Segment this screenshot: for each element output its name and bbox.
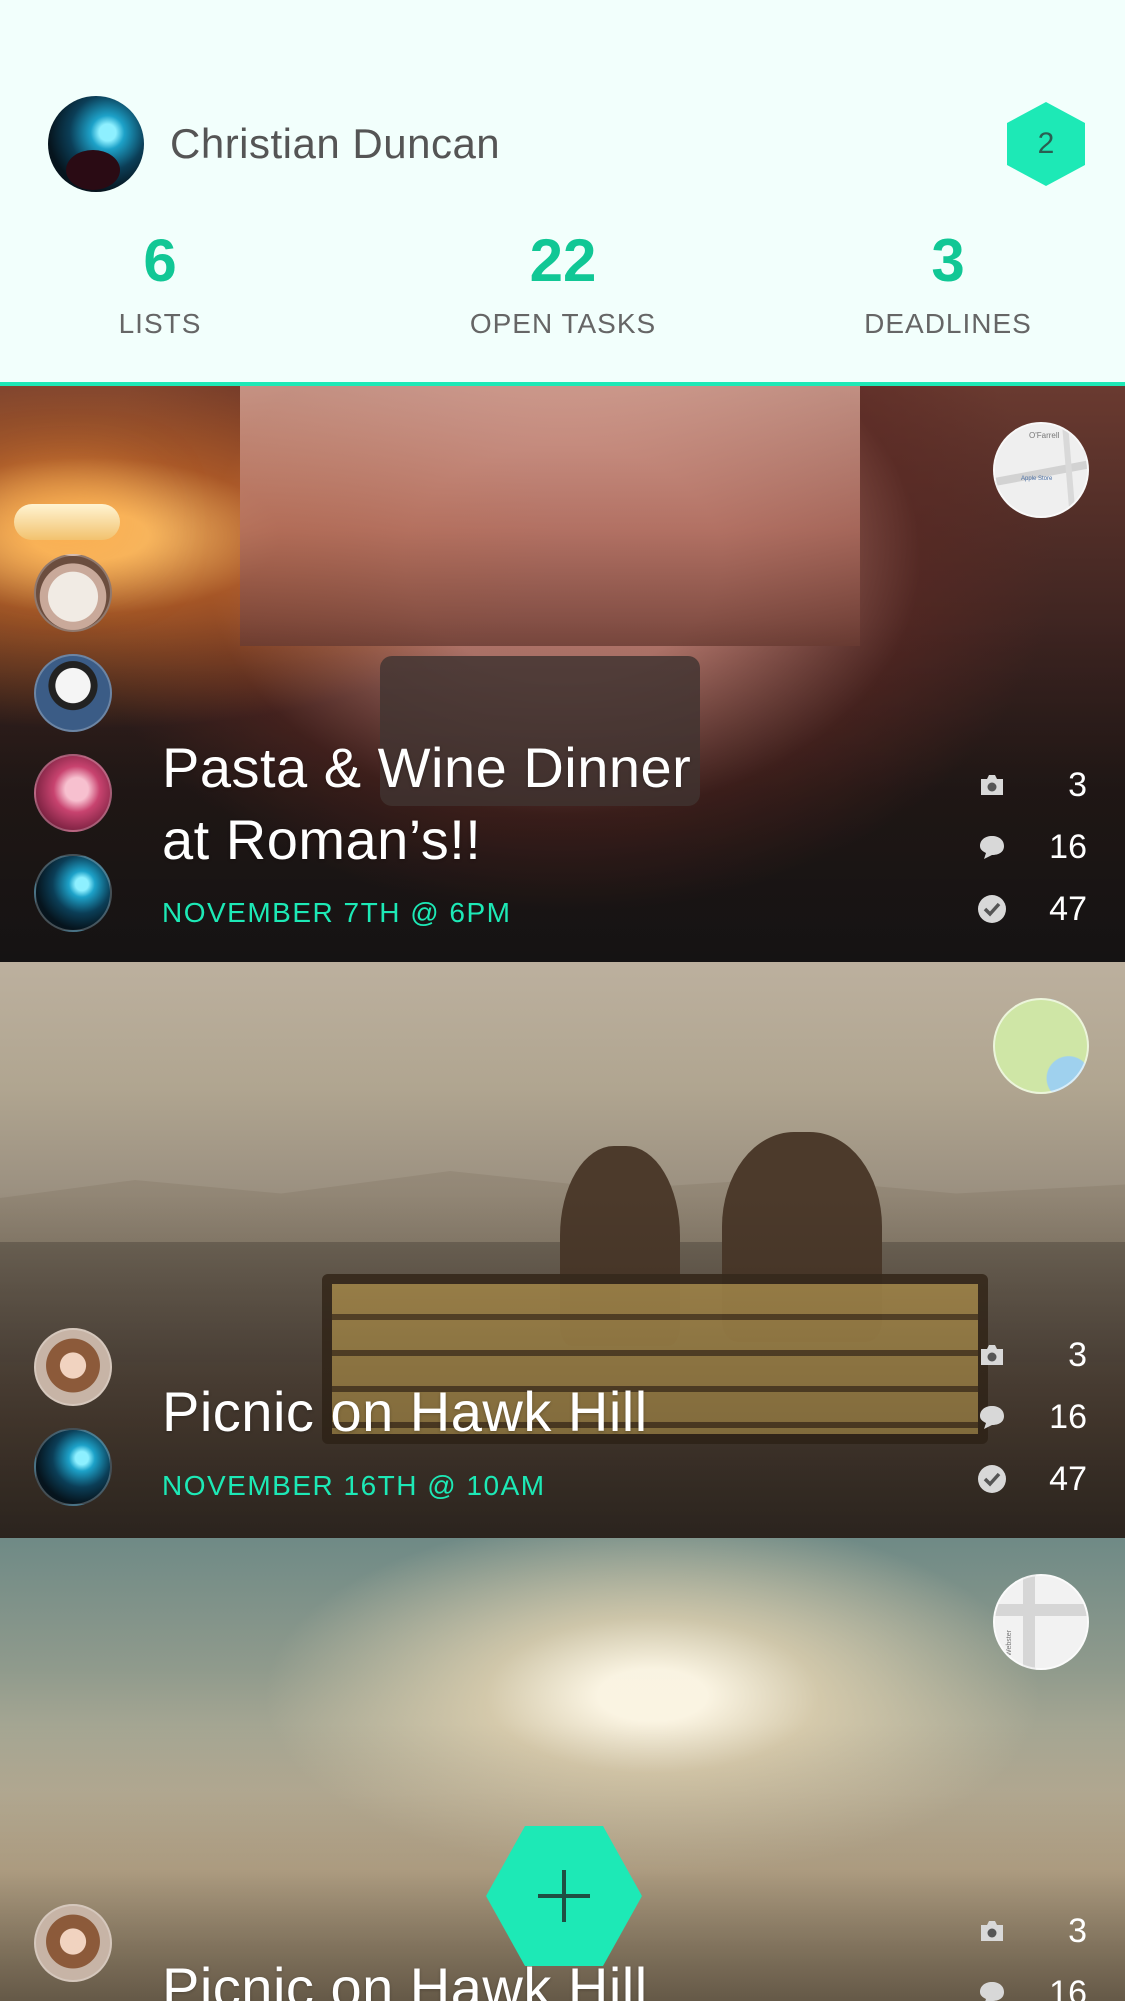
comment-count-value: 16 — [1049, 1397, 1087, 1436]
member-avatar[interactable] — [34, 854, 112, 932]
profile-header: Christian Duncan 2 6 LISTS 22 OPEN TASKS… — [0, 0, 1125, 386]
member-avatars — [34, 554, 112, 932]
task-count: 47 — [977, 1448, 1087, 1510]
member-avatar[interactable] — [34, 1428, 112, 1506]
stat-deadlines-label: DEADLINES — [864, 308, 1032, 339]
photo-count: 3 — [977, 1324, 1087, 1386]
member-avatar[interactable] — [34, 1328, 112, 1406]
camera-icon — [977, 770, 1007, 800]
comment-count: 16 — [977, 1386, 1087, 1448]
photo-count-value: 3 — [1068, 1335, 1087, 1374]
card-title-line: at Roman’s!! — [162, 808, 482, 871]
member-avatar[interactable] — [34, 754, 112, 832]
map-thumbnail[interactable]: Webster — [993, 1574, 1089, 1670]
comment-bubble-icon — [977, 1402, 1007, 1432]
photo-count: 3 — [977, 754, 1087, 816]
map-thumbnail[interactable] — [993, 998, 1089, 1094]
list-card-picnic[interactable]: Picnic on Hawk Hill NOVEMBER 16TH @ 10AM… — [0, 962, 1125, 1538]
svg-text:Webster: Webster — [1006, 1629, 1013, 1656]
card-title: Pasta & Wine Dinner at Roman’s!! — [162, 732, 691, 876]
stat-deadlines[interactable]: 3 DEADLINES — [798, 228, 1098, 340]
comment-count-value: 16 — [1049, 1973, 1087, 2001]
card-date: NOVEMBER 16TH @ 10AM — [162, 1470, 546, 1501]
svg-text:Apple Store: Apple Store — [1021, 476, 1053, 482]
card-counters: 3 16 47 — [977, 754, 1087, 940]
member-avatar[interactable] — [34, 1904, 112, 1982]
map-icon: O'Farrell Apple Store — [995, 424, 1087, 516]
stat-open-tasks[interactable]: 22 OPEN TASKS — [413, 228, 713, 340]
app-screen: Christian Duncan 2 6 LISTS 22 OPEN TASKS… — [0, 0, 1125, 2001]
task-count-value: 47 — [1049, 1459, 1087, 1498]
card-counters: 3 16 — [977, 1900, 1087, 2001]
card-counters: 3 16 47 — [977, 1324, 1087, 1510]
stat-lists-label: LISTS — [118, 308, 202, 339]
member-avatar[interactable] — [34, 654, 112, 732]
comment-count-value: 16 — [1049, 827, 1087, 866]
check-circle-icon — [977, 894, 1007, 924]
comment-bubble-icon — [977, 1978, 1007, 2001]
photo-count-value: 3 — [1068, 1911, 1087, 1950]
plus-icon — [538, 1870, 590, 1922]
list-card-pasta-dinner[interactable]: O'Farrell Apple Store Pasta & Wine Dinne… — [0, 386, 1125, 962]
user-name: Christian Duncan — [170, 120, 501, 167]
stat-open-tasks-label: OPEN TASKS — [469, 308, 657, 339]
member-avatar[interactable] — [34, 554, 112, 632]
map-thumbnail[interactable]: O'Farrell Apple Store — [993, 422, 1089, 518]
card-date: NOVEMBER 7TH @ 6PM — [162, 897, 512, 928]
card-title: Picnic on Hawk Hill — [162, 1380, 648, 1443]
comment-bubble-icon — [977, 832, 1007, 862]
comment-count: 16 — [977, 1962, 1087, 2001]
stat-lists[interactable]: 6 LISTS — [10, 228, 310, 340]
user-row: Christian Duncan 2 — [48, 95, 1085, 193]
camera-icon — [977, 1916, 1007, 1946]
notification-badge[interactable]: 2 — [1007, 102, 1085, 186]
member-avatars — [34, 1328, 112, 1506]
avatar[interactable] — [48, 96, 144, 192]
check-circle-icon — [977, 1464, 1007, 1494]
stat-deadlines-value: 3 — [931, 227, 965, 294]
photo-count: 3 — [977, 1900, 1087, 1962]
stats-row: 6 LISTS 22 OPEN TASKS 3 DEADLINES — [0, 228, 1125, 348]
task-count: 47 — [977, 878, 1087, 940]
camera-icon — [977, 1340, 1007, 1370]
card-title-line: Pasta & Wine Dinner — [162, 736, 692, 799]
svg-text:O'Farrell: O'Farrell — [1029, 431, 1060, 440]
member-avatars — [34, 1904, 112, 1982]
stat-open-tasks-value: 22 — [529, 227, 597, 294]
task-count-value: 47 — [1049, 889, 1087, 928]
map-icon: Webster — [995, 1576, 1087, 1668]
stat-lists-value: 6 — [143, 227, 177, 294]
photo-count-value: 3 — [1068, 765, 1087, 804]
notification-count: 2 — [1037, 127, 1055, 160]
comment-count: 16 — [977, 816, 1087, 878]
